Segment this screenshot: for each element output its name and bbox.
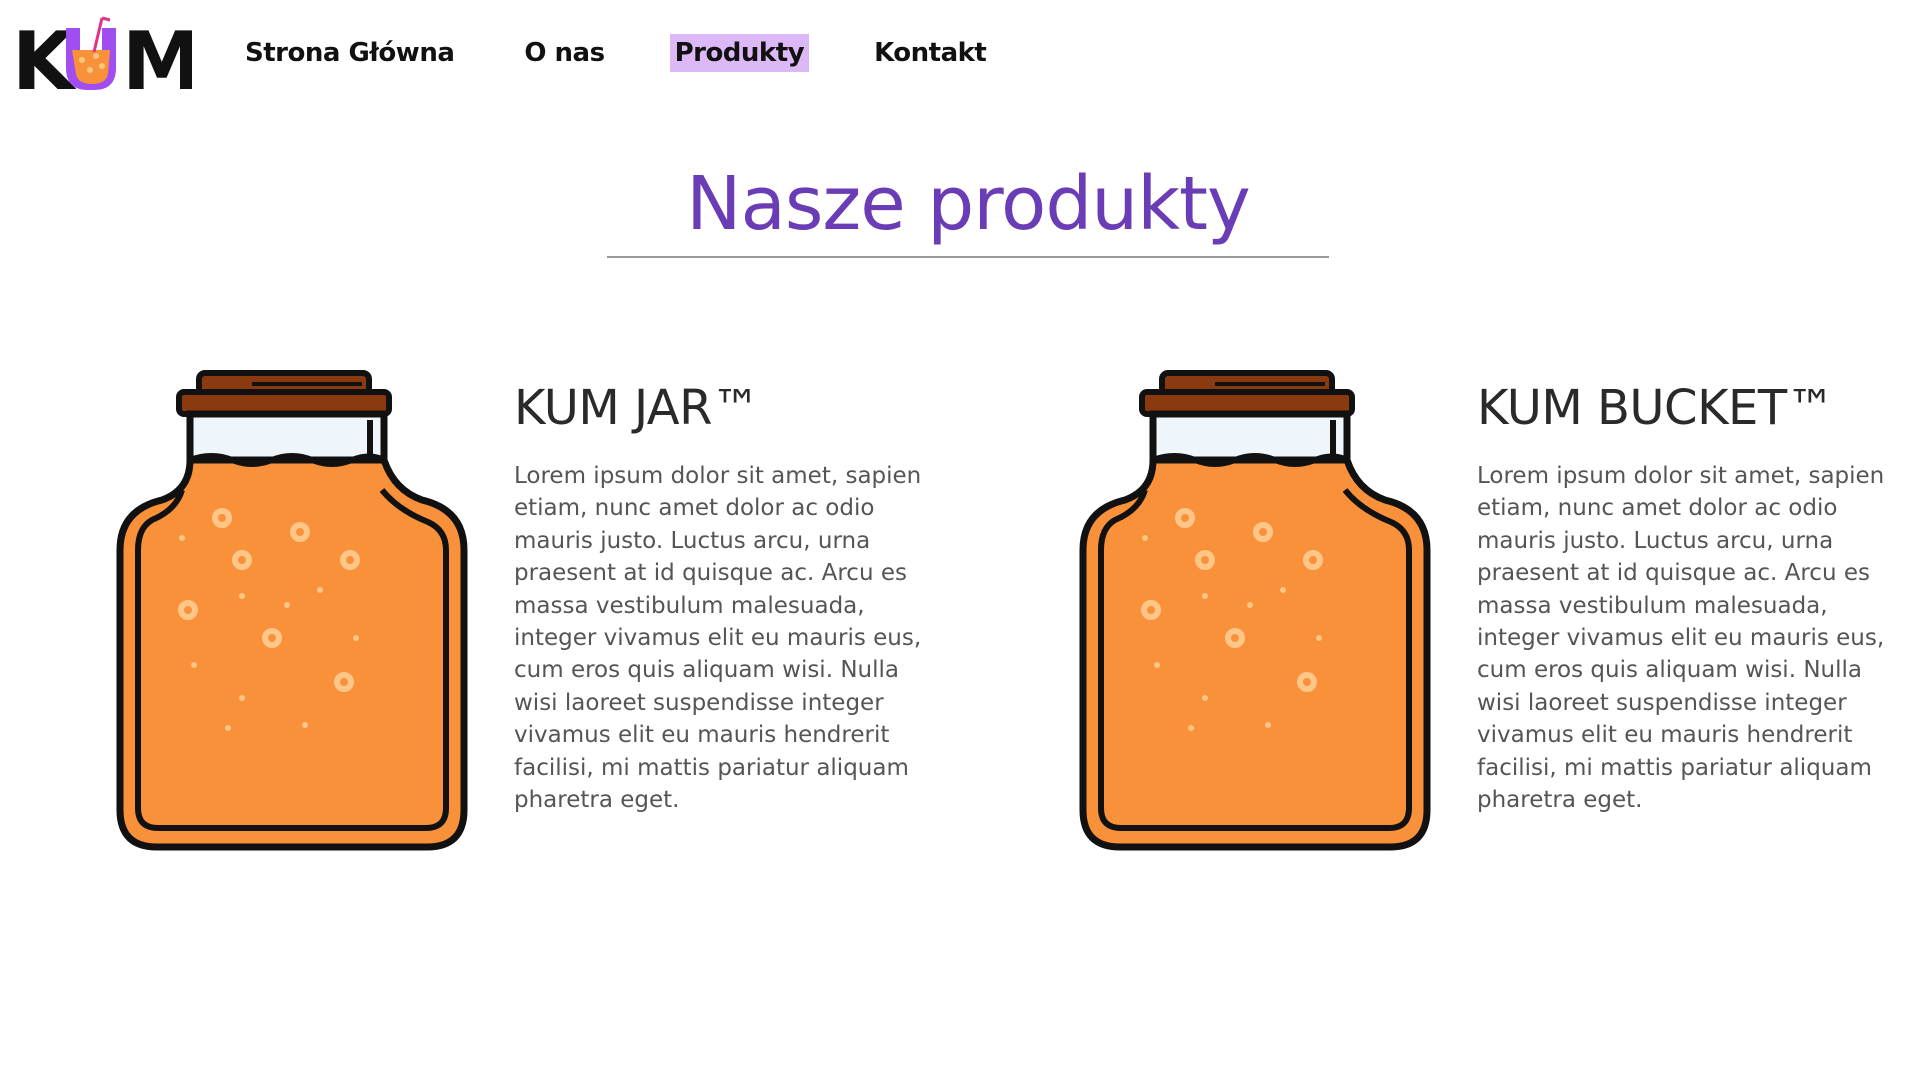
kum-logo[interactable]: K M xyxy=(12,14,192,94)
main-nav: Strona Główna O nas Produkty Kontakt xyxy=(240,34,1051,72)
orange-jar-icon xyxy=(1075,360,1435,860)
site-header: K M Strona Główna O nas Produkty Kontakt xyxy=(0,0,1920,110)
nav-item-home[interactable]: Strona Główna xyxy=(240,34,459,72)
product-title: KUM JAR™ xyxy=(514,380,760,436)
product-description: Lorem ipsum dolor sit amet, sapien etiam… xyxy=(514,463,922,814)
nav-item-products[interactable]: Produkty xyxy=(669,34,810,72)
orange-jar-icon xyxy=(112,360,472,860)
nav-item-contact[interactable]: Kontakt xyxy=(869,34,991,72)
product-title: KUM BUCKET™ xyxy=(1477,380,1835,436)
page-heading: Nasze produkty xyxy=(607,160,1329,258)
juice-cup-logo: K M xyxy=(12,15,192,94)
page-title: Nasze produkty xyxy=(686,161,1251,247)
nav-item-about[interactable]: O nas xyxy=(519,34,609,72)
svg-text:M: M xyxy=(122,15,192,94)
product-description: Lorem ipsum dolor sit amet, sapien etiam… xyxy=(1477,463,1885,814)
